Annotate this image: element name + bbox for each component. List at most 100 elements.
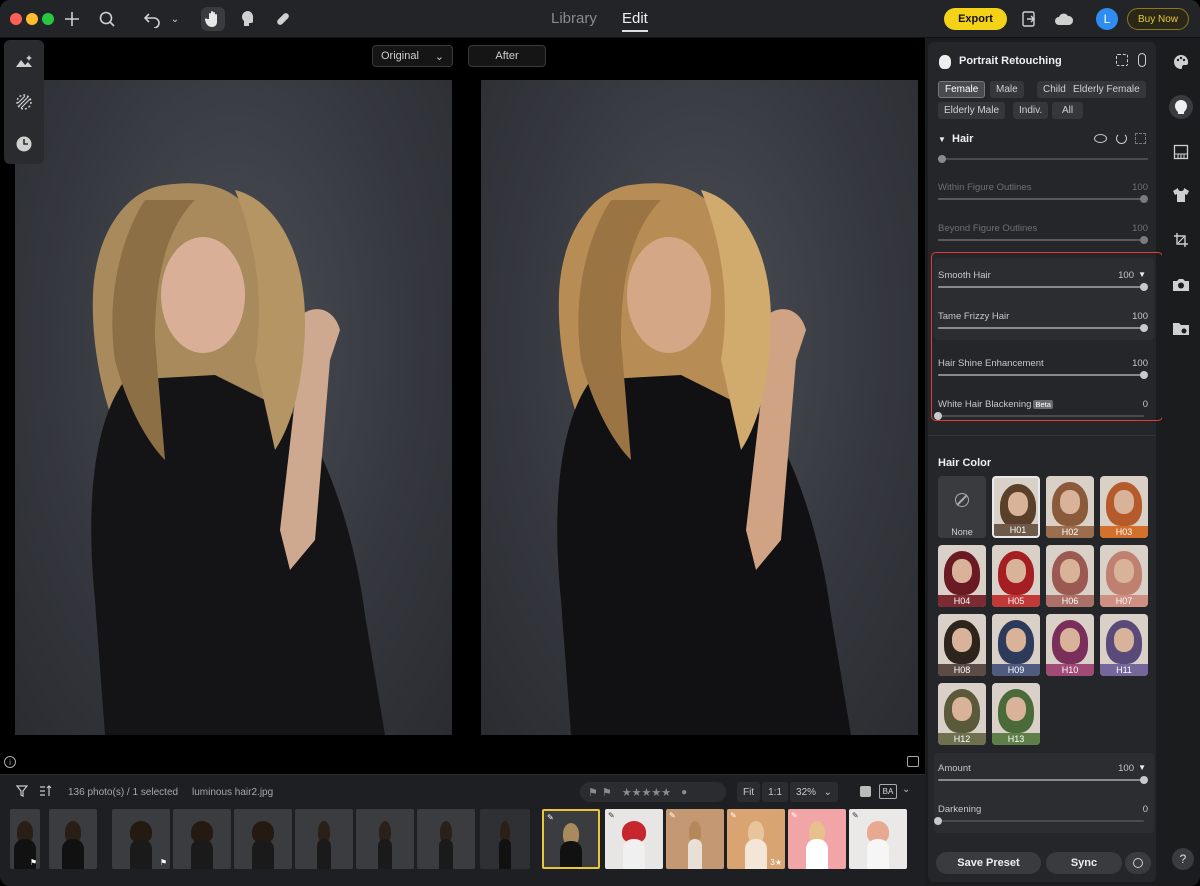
cloud-icon[interactable] <box>1052 7 1076 31</box>
close-window-button[interactable] <box>10 13 22 25</box>
buy-now-button[interactable]: Buy Now <box>1127 8 1189 30</box>
swatch-h04[interactable]: H04 <box>938 545 986 607</box>
thumbnail[interactable]: ✎ <box>788 809 846 869</box>
thumbnail[interactable]: ✎ <box>605 809 663 869</box>
zoom-dropdown[interactable]: 32% ⌄ <box>790 782 839 802</box>
portrait-module-icon[interactable] <box>1169 95 1193 119</box>
help-button[interactable]: ? <box>1172 848 1194 870</box>
palette-icon[interactable] <box>1171 52 1191 72</box>
image-canvas[interactable]: Original ⌄ After i <box>0 38 925 774</box>
thumbnail[interactable]: ⚑ <box>10 809 40 869</box>
tab-library[interactable]: Library <box>551 10 597 27</box>
folder-view-icon[interactable] <box>1171 318 1191 338</box>
slider-knob[interactable] <box>934 817 942 825</box>
thumbnail[interactable]: ⚑ <box>112 809 170 869</box>
thumbnail[interactable] <box>356 809 414 869</box>
group-female[interactable]: Female <box>938 81 986 98</box>
texture-icon[interactable] <box>12 90 36 114</box>
hand-tool-icon[interactable] <box>201 7 225 31</box>
swatch-h03[interactable]: H03 <box>1100 476 1148 538</box>
group-male[interactable]: Male <box>990 81 1024 98</box>
fit-button[interactable]: Fit <box>737 782 761 802</box>
original-view-dropdown[interactable]: Original ⌄ <box>372 45 453 67</box>
info-icon[interactable]: i <box>4 756 16 768</box>
undo-icon[interactable] <box>140 7 164 31</box>
tab-edit[interactable]: Edit <box>622 10 648 32</box>
share-icon[interactable] <box>1017 7 1041 31</box>
group-elderly-female[interactable]: Elderly Female <box>1067 81 1146 98</box>
collapse-triangle-icon[interactable]: ▼ <box>938 135 946 144</box>
thumbnail[interactable]: ✎ <box>666 809 724 869</box>
swatch-h06[interactable]: H06 <box>1046 545 1094 607</box>
color-label-icon[interactable]: ● <box>681 787 687 798</box>
swatch-h07[interactable]: H07 <box>1100 545 1148 607</box>
export-button[interactable]: Export <box>944 8 1007 30</box>
thumbnail[interactable] <box>49 809 97 869</box>
within-figure-outlines-slider[interactable]: Within Figure Outlines 100 <box>938 182 1148 212</box>
swatch-h08[interactable]: H08 <box>938 614 986 676</box>
swatch-h01[interactable]: H01 <box>992 476 1040 538</box>
thumbnail[interactable] <box>295 809 353 869</box>
crop-icon[interactable] <box>1171 230 1191 250</box>
background-pattern-icon[interactable] <box>1171 142 1191 162</box>
beyond-figure-outlines-slider[interactable]: Beyond Figure Outlines 100 <box>938 223 1148 253</box>
undo-history-chevron-icon[interactable]: ⌄ <box>163 7 187 31</box>
group-individual[interactable]: Indiv. <box>1013 102 1049 119</box>
slider-knob[interactable] <box>938 155 946 163</box>
slider-knob[interactable] <box>1140 236 1148 244</box>
split-compare-icon[interactable] <box>907 756 919 767</box>
single-view-icon[interactable] <box>860 786 871 797</box>
group-elderly-male[interactable]: Elderly Male <box>938 102 1006 119</box>
swatch-h09[interactable]: H09 <box>992 614 1040 676</box>
sort-icon[interactable] <box>33 779 57 803</box>
thumbnail[interactable] <box>417 809 475 869</box>
swatch-h02[interactable]: H02 <box>1046 476 1094 538</box>
thumbnail[interactable]: ✎ 3★ <box>727 809 785 869</box>
filter-icon[interactable] <box>10 779 34 803</box>
clothing-icon[interactable] <box>1171 185 1191 205</box>
chevron-down-icon[interactable]: ⌄ <box>902 784 910 795</box>
user-avatar[interactable]: L <box>1096 8 1118 30</box>
bandage-tool-icon[interactable] <box>271 7 295 31</box>
visibility-eye-icon[interactable] <box>1094 134 1107 143</box>
search-icon[interactable] <box>95 7 119 31</box>
minimize-window-button[interactable] <box>26 13 38 25</box>
after-view-button[interactable]: After <box>468 45 546 67</box>
zoom-window-button[interactable] <box>42 13 54 25</box>
thumbnail[interactable] <box>234 809 292 869</box>
reset-icon[interactable] <box>1116 133 1127 144</box>
flag-pick-icon[interactable]: ⚑ <box>588 786 598 799</box>
swatch-h10[interactable]: H10 <box>1046 614 1094 676</box>
expand-triangle-icon[interactable]: ▼ <box>1138 763 1146 772</box>
thumbnail[interactable] <box>480 809 530 869</box>
group-all[interactable]: All <box>1052 102 1083 119</box>
star-rating-icon[interactable]: ★★★★★ <box>622 786 671 799</box>
swatch-h13[interactable]: H13 <box>992 683 1040 745</box>
landscape-ai-icon[interactable] <box>12 49 36 73</box>
camera-icon[interactable] <box>1171 274 1191 294</box>
thumbnail[interactable] <box>173 809 231 869</box>
swatch-h12[interactable]: H12 <box>938 683 986 745</box>
add-icon[interactable] <box>60 7 84 31</box>
sync-button[interactable]: Sync <box>1046 852 1122 874</box>
history-clock-icon[interactable] <box>12 132 36 156</box>
flag-reject-icon[interactable]: ⚑ <box>602 786 612 799</box>
save-preset-button[interactable]: Save Preset <box>936 852 1041 874</box>
face-detect-icon[interactable] <box>1116 54 1128 66</box>
swatch-none[interactable]: None <box>938 476 986 538</box>
darkening-slider[interactable]: Darkening 0 <box>934 804 1148 834</box>
before-after-toggle[interactable]: BA <box>879 784 897 799</box>
thumbnail[interactable]: ✎ <box>849 809 907 869</box>
body-reshape-icon[interactable] <box>1138 53 1146 67</box>
portrait-tool-icon[interactable] <box>236 7 260 31</box>
thumbnail-selected[interactable]: ✎ <box>542 809 600 869</box>
one-to-one-button[interactable]: 1:1 <box>762 782 789 802</box>
rating-flag-control[interactable]: ⚑ ⚑ ★★★★★ ● <box>580 782 726 802</box>
slider-knob[interactable] <box>1140 776 1148 784</box>
amount-slider[interactable]: Amount 100 ▼ <box>938 763 1148 793</box>
swatch-h11[interactable]: H11 <box>1100 614 1148 676</box>
erase-mask-icon[interactable] <box>1135 133 1146 144</box>
swatch-h05[interactable]: H05 <box>992 545 1040 607</box>
slider-knob[interactable] <box>1140 195 1148 203</box>
sync-settings-button[interactable] <box>1125 852 1151 874</box>
